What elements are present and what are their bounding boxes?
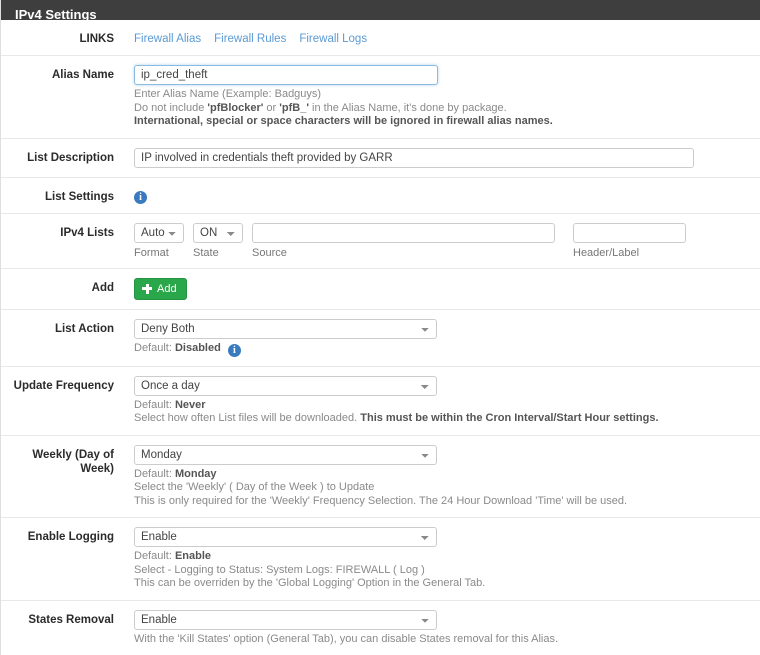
list-action-default-pre: Default: <box>134 342 175 354</box>
alias-help-line-3: International, special or space characte… <box>134 115 750 129</box>
add-button[interactable]: Add <box>134 278 187 300</box>
panel-title: IPv4 Settings <box>1 0 760 20</box>
row-update-frequency: Update Frequency Once a day Default: Nev… <box>1 367 760 436</box>
link-firewall-rules[interactable]: Firewall Rules <box>214 33 286 45</box>
state-caption: State <box>193 247 243 259</box>
row-ipv4-lists: IPv4 Lists Auto Format ON State <box>1 214 760 269</box>
row-states-removal: States Removal Enable With the 'Kill Sta… <box>1 601 760 655</box>
row-enable-logging: Enable Logging Enable Default: Enable Se… <box>1 518 760 601</box>
row-list-description: List Description <box>1 139 760 178</box>
alias-help-line-1: Enter Alias Name (Example: Badguys) <box>134 88 750 102</box>
list-action-label: List Action <box>1 319 114 336</box>
ipv4-lists-controls: Auto Format ON State Source <box>134 223 750 259</box>
alias-name-help: Enter Alias Name (Example: Badguys) Do n… <box>134 88 750 129</box>
list-action-default-val: Disabled <box>175 342 221 354</box>
logging-default: Default: Enable <box>134 550 750 564</box>
links-label: LINKS <box>1 29 114 46</box>
row-add: Add Add <box>1 269 760 310</box>
uf-default-val: Never <box>175 399 206 411</box>
ipv4-lists-label: IPv4 Lists <box>1 223 114 240</box>
alias-name-field: Enter Alias Name (Example: Badguys) Do n… <box>114 65 760 129</box>
alias-help-2-mid: or <box>263 102 279 114</box>
row-links: LINKS Firewall AliasFirewall RulesFirewa… <box>1 20 760 56</box>
weekly-day-field: Monday Default: Monday Select the 'Weekl… <box>114 445 760 509</box>
alias-help-2-post: in the Alias Name, it's done by package. <box>309 102 507 114</box>
update-frequency-help: Default: Never Select how often List fil… <box>134 399 750 426</box>
list-description-input[interactable] <box>134 148 694 168</box>
list-action-select[interactable]: Deny Both <box>134 319 437 339</box>
row-weekly-day-of-week: Weekly (Day of Week) Monday Default: Mon… <box>1 436 760 519</box>
uf-help-pre: Select how often List files will be down… <box>134 412 360 424</box>
weekly-help-line-2: This is only required for the 'Weekly' F… <box>134 495 750 509</box>
alias-help-line-2: Do not include 'pfBlocker' or 'pfB_' in … <box>134 102 750 116</box>
weekly-help-line-1: Select the 'Weekly' ( Day of the Week ) … <box>134 481 750 495</box>
info-icon[interactable]: i <box>228 344 241 357</box>
enable-logging-help: Default: Enable Select - Logging to Stat… <box>134 550 750 591</box>
settings-form: LINKS Firewall AliasFirewall RulesFirewa… <box>1 20 760 655</box>
list-description-field <box>114 148 760 168</box>
header-label-caption: Header/Label <box>573 247 686 259</box>
state-group: ON State <box>193 223 243 259</box>
format-group: Auto Format <box>134 223 184 259</box>
logging-help-line-1: Select - Logging to Status: System Logs:… <box>134 564 750 578</box>
add-field: Add <box>114 278 760 300</box>
list-settings-label: List Settings <box>1 187 114 204</box>
link-firewall-alias[interactable]: Firewall Alias <box>134 33 201 45</box>
logging-help-line-2: This can be overriden by the 'Global Log… <box>134 577 750 591</box>
header-label-group: Header/Label <box>573 223 686 259</box>
list-settings-field: i <box>114 187 760 204</box>
link-firewall-logs[interactable]: Firewall Logs <box>299 33 367 45</box>
alias-name-label: Alias Name <box>1 65 114 82</box>
plus-icon <box>142 284 152 294</box>
enable-logging-field: Enable Default: Enable Select - Logging … <box>114 527 760 591</box>
format-select[interactable]: Auto <box>134 223 184 243</box>
add-button-label: Add <box>157 283 177 295</box>
enable-logging-label: Enable Logging <box>1 527 114 544</box>
state-select[interactable]: ON <box>193 223 243 243</box>
states-removal-select[interactable]: Enable <box>134 610 437 630</box>
wd-default-pre: Default: <box>134 468 175 480</box>
source-input[interactable] <box>252 223 555 243</box>
list-action-help: Default: Disabled i <box>134 342 750 357</box>
el-default-pre: Default: <box>134 550 175 562</box>
links-field: Firewall Alias Firewall Rules Firewall Log… <box>114 29 760 45</box>
update-frequency-default: Default: Never <box>134 399 750 413</box>
weekly-day-label: Weekly (Day of Week) <box>1 445 114 476</box>
ipv4-lists-field: Auto Format ON State Source <box>114 223 760 259</box>
alias-help-2-b2: 'pfB_' <box>279 102 309 114</box>
wd-default-val: Monday <box>175 468 217 480</box>
weekly-day-select[interactable]: Monday <box>134 445 437 465</box>
update-frequency-field: Once a day Default: Never Select how oft… <box>114 376 760 426</box>
weekly-default: Default: Monday <box>134 468 750 482</box>
uf-help-strong: This must be within the Cron Interval/St… <box>360 412 658 424</box>
row-alias-name: Alias Name Enter Alias Name (Example: Ba… <box>1 56 760 139</box>
update-frequency-label: Update Frequency <box>1 376 114 393</box>
alias-name-input[interactable] <box>134 65 438 85</box>
header-label-input[interactable] <box>573 223 686 243</box>
states-help-line-1: With the 'Kill States' option (General T… <box>134 633 750 647</box>
states-removal-field: Enable With the 'Kill States' option (Ge… <box>114 610 760 647</box>
weekly-day-help: Default: Monday Select the 'Weekly' ( Da… <box>134 468 750 509</box>
states-removal-label: States Removal <box>1 610 114 627</box>
el-default-val: Enable <box>175 550 211 562</box>
row-list-settings: List Settings i <box>1 178 760 214</box>
ipv4-settings-panel: IPv4 Settings LINKS Firewall AliasFirewa… <box>0 0 760 655</box>
enable-logging-select[interactable]: Enable <box>134 527 437 547</box>
list-action-field: Deny Both Default: Disabled i <box>114 319 760 357</box>
uf-default-pre: Default: <box>134 399 175 411</box>
states-removal-help: With the 'Kill States' option (General T… <box>134 633 750 647</box>
alias-help-2-pre: Do not include <box>134 102 207 114</box>
add-label: Add <box>1 278 114 295</box>
update-frequency-note: Select how often List files will be down… <box>134 412 750 426</box>
format-caption: Format <box>134 247 184 259</box>
list-description-label: List Description <box>1 148 114 165</box>
alias-help-2-b1: 'pfBlocker' <box>207 102 263 114</box>
update-frequency-select[interactable]: Once a day <box>134 376 437 396</box>
source-group: Source <box>252 223 555 259</box>
source-caption: Source <box>252 247 555 259</box>
row-list-action: List Action Deny Both Default: Disabled i <box>1 310 760 367</box>
info-icon[interactable]: i <box>134 191 147 204</box>
